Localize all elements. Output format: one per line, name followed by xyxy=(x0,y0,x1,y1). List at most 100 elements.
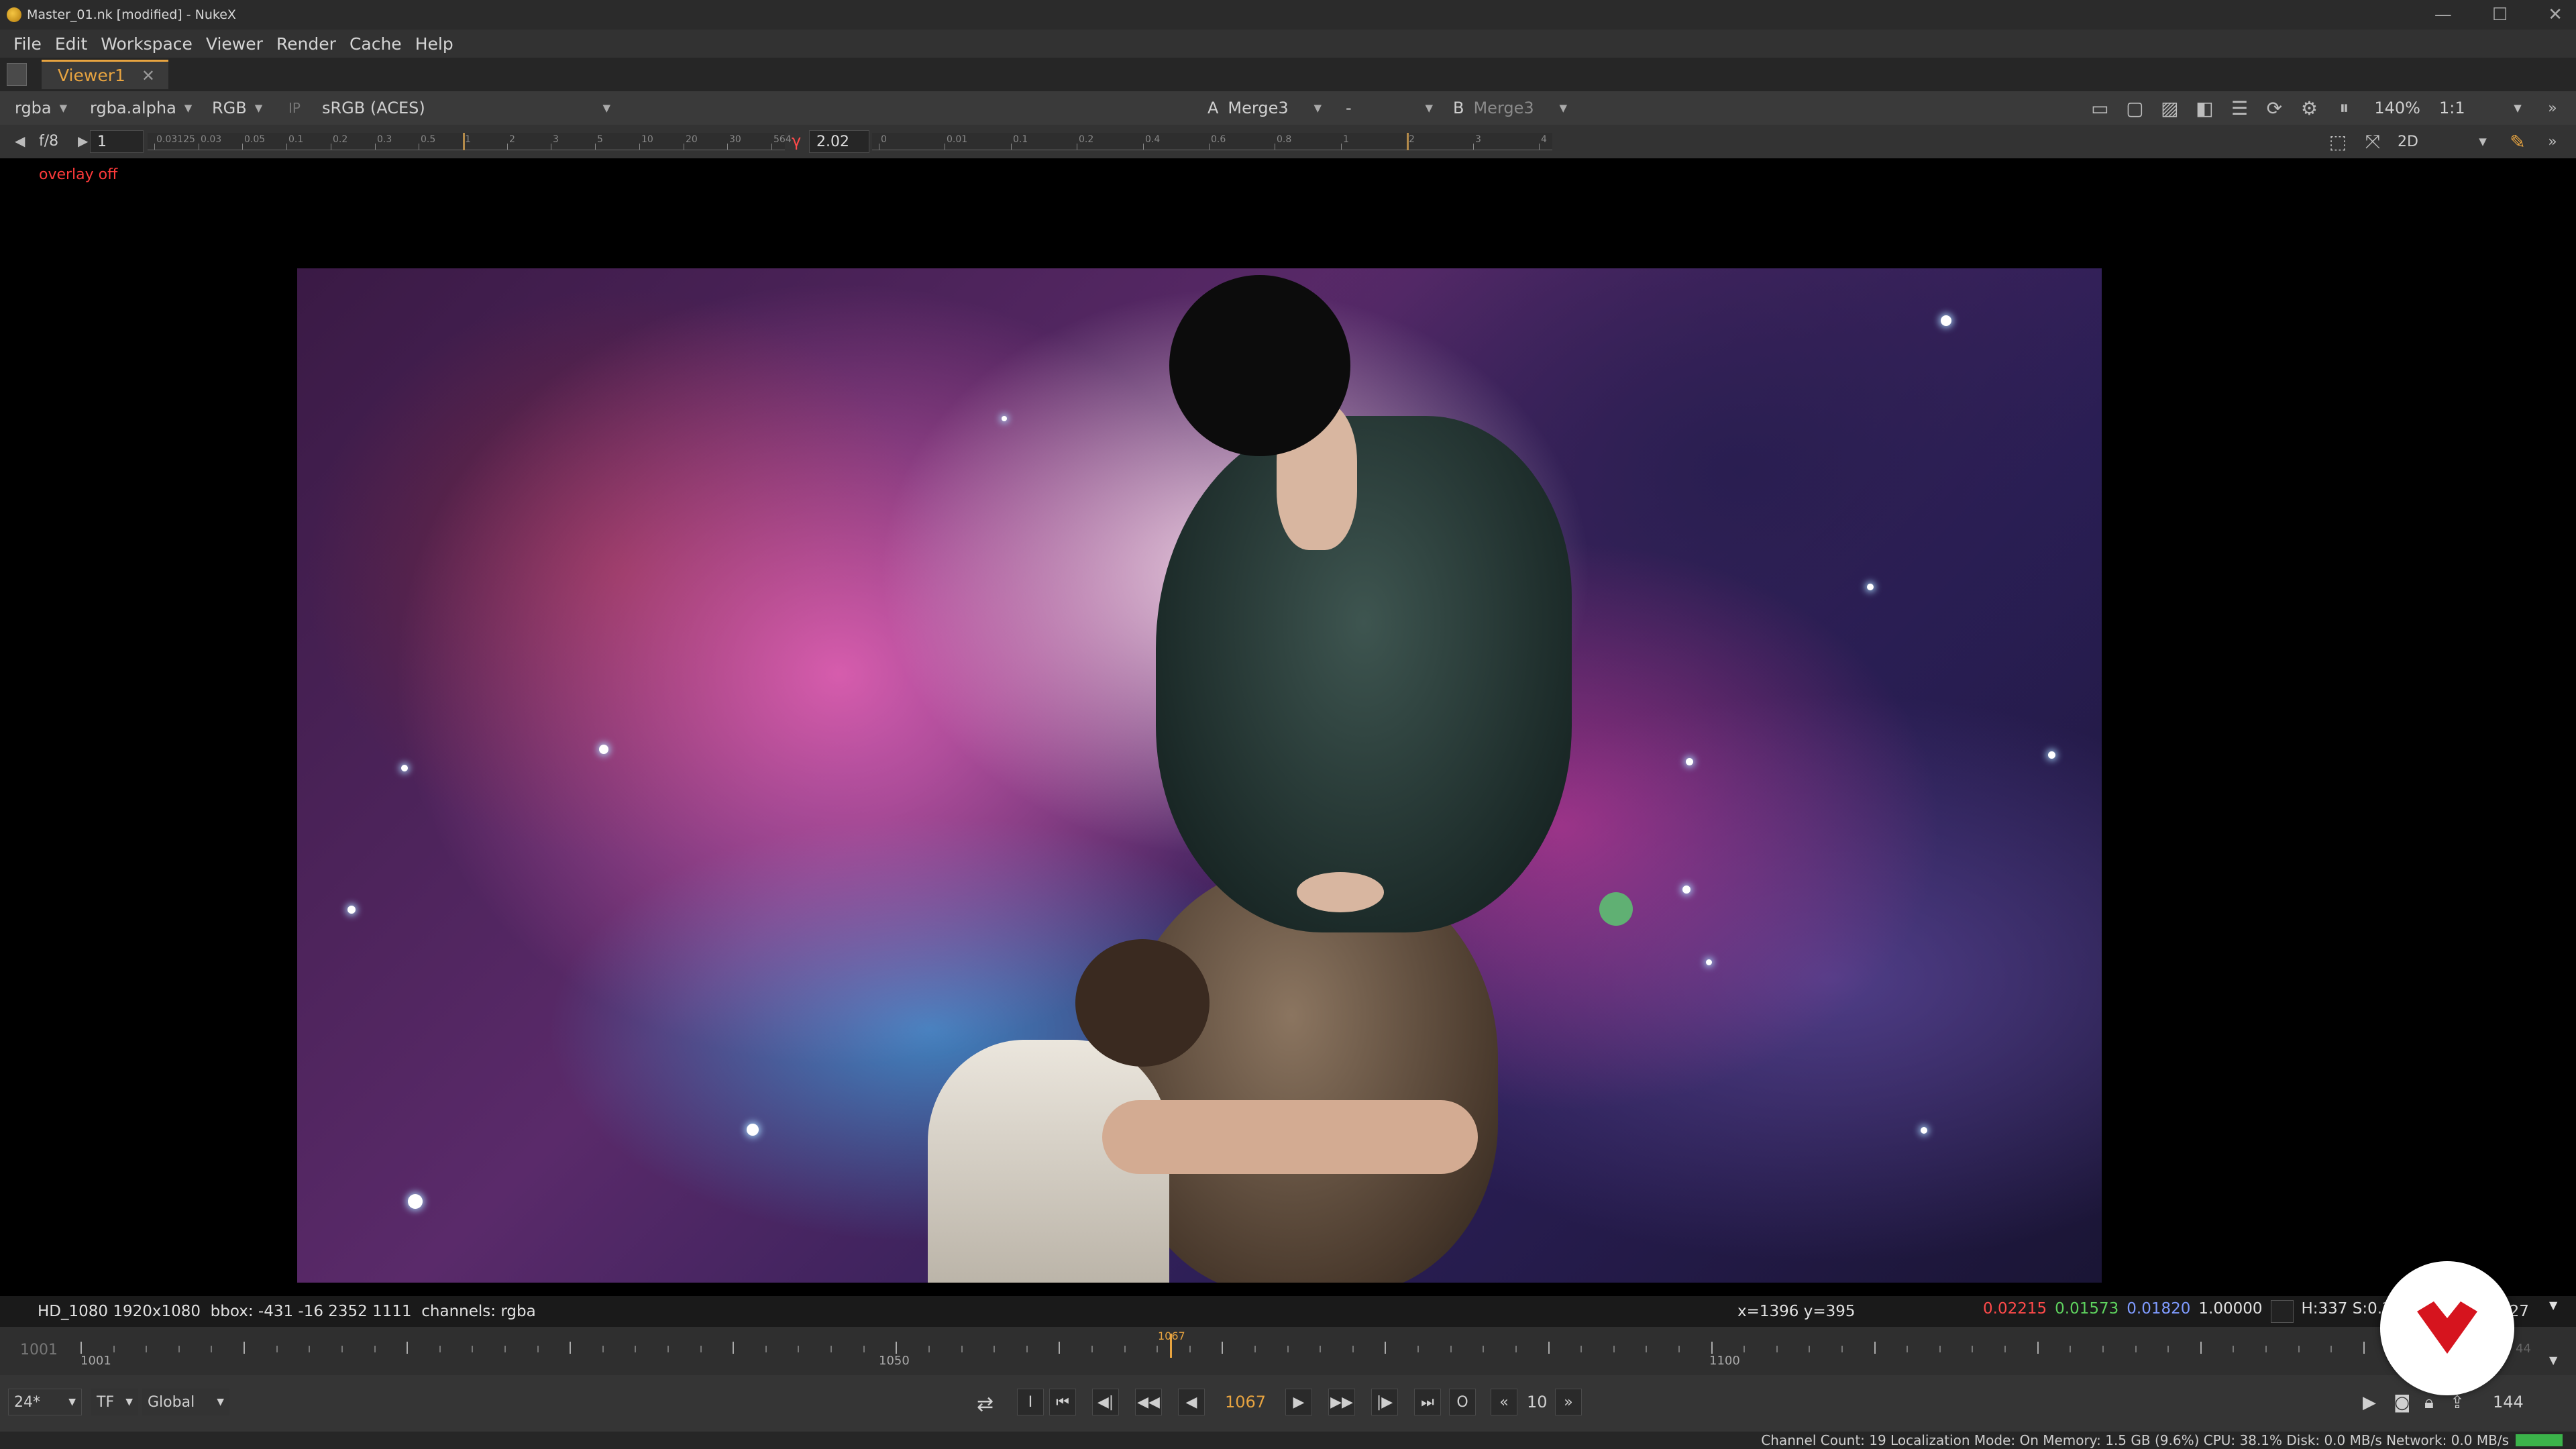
maximize-button[interactable]: ☐ xyxy=(2492,5,2508,25)
timeline-tick xyxy=(733,1342,734,1354)
rendered-image[interactable] xyxy=(297,268,2102,1283)
lock-icon[interactable]: 🔒︎ xyxy=(2424,1393,2434,1413)
gain-slider-handle[interactable] xyxy=(463,133,465,150)
gamma-slider[interactable]: 0 0.01 0.1 0.2 0.4 0.6 0.8 1 2 3 4 xyxy=(872,133,1552,150)
gamma-symbol: γ xyxy=(792,131,802,150)
timeline-tick xyxy=(1580,1346,1582,1352)
timeline-tick xyxy=(80,1342,82,1354)
proxy-dropdown[interactable]: 1:1 xyxy=(2439,99,2493,117)
last-frame-button[interactable]: ⏭ xyxy=(1414,1389,1441,1415)
lut-icon[interactable]: ◧ xyxy=(2194,97,2214,119)
timeline-tick xyxy=(146,1346,147,1352)
colorspace-dropdown[interactable]: sRGB (ACES) ▼ xyxy=(315,95,617,121)
frame-increment-field[interactable]: 10 xyxy=(1527,1393,1548,1411)
roi-icon[interactable]: ▭ xyxy=(2090,97,2110,119)
current-frame-field[interactable]: 1067 xyxy=(1225,1393,1266,1411)
skip-back-button[interactable]: « xyxy=(1491,1389,1517,1415)
first-frame-button[interactable]: ⏮ xyxy=(1049,1389,1076,1415)
next-frame-button[interactable]: ▶▶ xyxy=(1328,1389,1355,1415)
expand-icon[interactable]: » xyxy=(2542,132,2563,151)
export-icon[interactable]: ⇪ xyxy=(2450,1393,2465,1413)
input-b-dropdown[interactable]: B Merge3 ▼ xyxy=(1446,95,1574,121)
menu-file[interactable]: File xyxy=(13,32,52,56)
timeline-tick xyxy=(2265,1346,2267,1352)
gamma-tick-label: 0 xyxy=(881,134,887,145)
gain-field[interactable]: 1 xyxy=(90,130,144,153)
settings-icon[interactable]: ⚙ xyxy=(2299,97,2319,119)
menu-edit[interactable]: Edit xyxy=(55,32,98,56)
viewer-viewport[interactable]: overlay off xyxy=(5,158,2571,1311)
gain-tick-label: 3 xyxy=(553,134,559,145)
pane-menu-icon[interactable] xyxy=(7,63,27,86)
prev-fstop-icon[interactable]: ◀ xyxy=(15,133,25,149)
chevron-down-icon[interactable]: ▼ xyxy=(2549,1299,2557,1311)
tab-label: Viewer1 xyxy=(58,66,125,85)
expand-icon[interactable]: » xyxy=(2542,99,2563,117)
timeline-tick xyxy=(994,1346,995,1352)
gain-slider[interactable]: 0.03125 0.03 0.05 0.1 0.2 0.3 0.5 1 2 3 5 10 20 30 564 xyxy=(148,133,792,150)
tab-viewer1[interactable]: Viewer1 ✕ xyxy=(42,60,169,89)
set-in-point-button[interactable]: I xyxy=(1017,1389,1044,1415)
tab-close-icon[interactable]: ✕ xyxy=(142,66,155,85)
status-bar: Channel Count: 19 Localization Mode: On … xyxy=(0,1432,2576,1449)
skip-forward-button[interactable]: » xyxy=(1555,1389,1582,1415)
wipe-mode-dropdown[interactable]: - ▼ xyxy=(1339,95,1440,121)
selection-icon[interactable]: ⬚ xyxy=(2328,131,2348,153)
alpha-channel-dropdown[interactable]: rgba.alpha ▼ xyxy=(83,95,199,121)
timeline-track[interactable]: 1001 1050 1100 44 1067 xyxy=(80,1330,2531,1368)
clipping-warning-icon[interactable]: ▨ xyxy=(2159,97,2180,119)
paint-brush-icon[interactable]: ✎ xyxy=(2508,131,2528,153)
menu-cache[interactable]: Cache xyxy=(350,32,413,56)
menu-render[interactable]: Render xyxy=(276,32,347,56)
menu-workspace[interactable]: Workspace xyxy=(101,32,203,56)
fps-dropdown[interactable]: 24* ▼ xyxy=(8,1389,82,1415)
play-backward-button[interactable]: ◀ xyxy=(1178,1389,1205,1415)
prev-keyframe-button[interactable]: ◀| xyxy=(1092,1389,1119,1415)
set-out-point-button[interactable]: O xyxy=(1449,1389,1476,1415)
flipbook-icon[interactable]: ▶ xyxy=(2363,1393,2376,1413)
display-channel-dropdown[interactable]: RGB ▼ xyxy=(205,95,269,121)
gain-tick-label: 5 xyxy=(597,134,603,145)
range-dropdown[interactable]: Global ▼ xyxy=(142,1389,229,1415)
next-fstop-icon[interactable]: ▶ xyxy=(78,133,88,149)
loop-mode-icon[interactable]: ⇄ xyxy=(977,1393,994,1416)
timeline-tick xyxy=(2004,1346,2006,1352)
capture-icon[interactable]: ◙ xyxy=(2394,1393,2410,1413)
menu-help[interactable]: Help xyxy=(415,32,464,56)
ip-button[interactable]: IP xyxy=(282,95,307,121)
view-mode-dropdown[interactable]: 2D xyxy=(2398,133,2458,150)
heart-logo-shape xyxy=(2417,1301,2477,1354)
status-ok-indicator xyxy=(2516,1434,2563,1446)
refresh-icon[interactable]: ⟳ xyxy=(2264,97,2284,119)
playhead-label: 1067 xyxy=(1158,1330,1185,1342)
time-format-dropdown[interactable]: TF ▼ xyxy=(91,1389,138,1415)
zoom-dropdown[interactable]: 140% xyxy=(2374,99,2420,117)
play-forward-button[interactable]: ▶ xyxy=(1285,1389,1312,1415)
timeline[interactable]: 1001 1001 1050 1100 44 1067 ▼ xyxy=(0,1327,2576,1375)
menu-viewer[interactable]: Viewer xyxy=(206,32,274,56)
prev-increment-button[interactable]: ◀◀ xyxy=(1135,1389,1162,1415)
pause-icon[interactable]: ⏸ xyxy=(2334,97,2354,119)
gain-tick-label: 0.1 xyxy=(288,134,304,145)
transform-handle-icon[interactable]: ⤧ xyxy=(2363,130,2383,152)
chevron-down-icon[interactable]: ▼ xyxy=(2549,1354,2557,1366)
scanline-icon[interactable]: ☰ xyxy=(2229,97,2249,119)
next-keyframe-button[interactable]: |▶ xyxy=(1371,1389,1398,1415)
chevron-down-icon[interactable]: ▼ xyxy=(2508,99,2528,117)
gain-tick-label: 0.03 xyxy=(201,134,222,145)
gamma-value: 2.02 xyxy=(816,133,849,150)
star xyxy=(1682,885,1690,894)
image-info: HD_1080 1920x1080 bbox: -431 -16 2352 11… xyxy=(38,1303,536,1320)
timeline-tick xyxy=(863,1346,865,1352)
close-window-button[interactable]: ✕ xyxy=(2548,5,2563,25)
gamma-field[interactable]: 2.02 xyxy=(809,130,869,153)
gamma-tick-label: 4 xyxy=(1541,134,1547,145)
out-label: O xyxy=(1456,1393,1468,1411)
input-a-dropdown[interactable]: A Merge3 ▼ xyxy=(1201,95,1328,121)
timeline-tick xyxy=(472,1346,473,1352)
minimize-button[interactable]: — xyxy=(2434,5,2452,25)
chevron-down-icon[interactable]: ▼ xyxy=(2473,132,2493,151)
gamma-slider-handle[interactable] xyxy=(1407,133,1409,150)
channels-dropdown[interactable]: rgba ▼ xyxy=(8,95,74,121)
safe-area-icon[interactable]: ▢ xyxy=(2125,97,2145,119)
